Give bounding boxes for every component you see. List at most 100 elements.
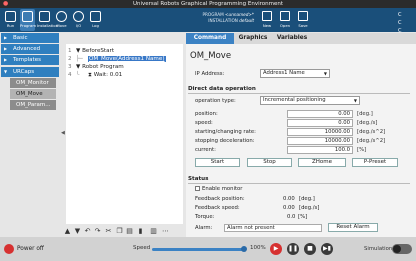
start-button[interactable]: Start: [195, 158, 240, 167]
stop-button[interactable]: Stop: [247, 158, 292, 167]
speed-slider[interactable]: [152, 248, 244, 251]
cut-icon[interactable]: ✂: [104, 226, 113, 236]
stop-program-button[interactable]: ■: [304, 243, 316, 255]
new-file-icon: [262, 11, 272, 21]
pause-button[interactable]: ❚❚: [287, 243, 299, 255]
tab-command[interactable]: Command: [186, 33, 234, 44]
run-tab-button[interactable]: Run: [3, 9, 18, 31]
power-off-label[interactable]: Power off: [17, 246, 44, 252]
reset-alarm-button[interactable]: Reset Alarm: [328, 223, 378, 232]
starting-rate-label: starting/changing rate:: [195, 129, 256, 135]
position-label: position:: [195, 111, 218, 117]
simulation-toggle-knob[interactable]: [393, 245, 401, 253]
alarm-label: Alarm:: [195, 225, 213, 231]
sidebar-item-om-move[interactable]: OM_Move: [10, 89, 56, 99]
torque-label: Torque:: [195, 214, 215, 220]
starting-rate-unit: [deg./s^2]: [357, 129, 386, 135]
more-icon[interactable]: ⋯: [161, 226, 170, 236]
divider: [188, 183, 410, 184]
alarm-field: Alarm not present: [224, 224, 322, 232]
sidebar-advanced[interactable]: Advanced: [1, 44, 59, 54]
move-icon: [56, 11, 67, 22]
tree-row[interactable]: 4 └ ⧗ Wait: 0.01: [68, 72, 122, 79]
save-button[interactable]: Save: [295, 9, 311, 31]
log-tab-button[interactable]: Log: [88, 9, 103, 31]
installation-icon: [39, 11, 50, 22]
save-icon: [298, 11, 308, 21]
feedback-position-unit: [deg.]: [299, 196, 315, 202]
program-name: <unnamed>*: [225, 12, 254, 17]
sidebar: Basic Advanced Templates URCaps OM_Monit…: [0, 32, 60, 237]
tree-row[interactable]: 1 ▼ BeforeStart: [68, 48, 114, 55]
stop-icon: ■: [307, 245, 313, 252]
current-input[interactable]: 100.0: [287, 146, 353, 154]
position-input[interactable]: 0.00: [287, 110, 353, 118]
open-button[interactable]: Open: [277, 9, 293, 31]
feedback-position-value: 0.00: [283, 196, 295, 202]
close-icon[interactable]: ●: [3, 0, 8, 8]
program-tree: 1 ▼ BeforeStart 2 ├─ OM_Move(Address1 Name)…: [66, 44, 183, 224]
feedback-speed-unit: [deg./s]: [299, 205, 320, 211]
undo-icon[interactable]: ↶: [83, 226, 92, 236]
tab-bar: Command Graphics Variables: [186, 33, 416, 44]
starting-rate-input[interactable]: 10000.00: [287, 128, 353, 136]
feedback-speed-label: Feedback speed:: [195, 205, 240, 211]
move-down-icon[interactable]: ▼: [73, 226, 82, 236]
p-preset-button[interactable]: P-Preset: [352, 158, 398, 167]
speed-label: speed:: [195, 120, 213, 126]
copy-icon[interactable]: ❐: [115, 226, 124, 236]
run-icon: [5, 11, 16, 22]
enable-monitor-label: Enable monitor: [202, 186, 243, 192]
installation-tab-button[interactable]: Installation: [37, 9, 58, 31]
operation-type-label: operation type:: [195, 98, 236, 104]
sidebar-templates[interactable]: Templates: [1, 55, 59, 65]
hourglass-icon: ⧗: [88, 72, 92, 78]
torque-value: 0.0: [287, 214, 296, 220]
enable-monitor-checkbox[interactable]: [195, 186, 200, 191]
simulation-label: Simulation: [364, 246, 393, 252]
expand-icon[interactable]: ▼: [76, 64, 80, 70]
paste-icon[interactable]: ▤: [125, 226, 134, 236]
stopping-decel-unit: [deg./s^2]: [357, 138, 386, 144]
tree-row[interactable]: 3 ▼ Robot Program: [68, 64, 124, 71]
zhome-button[interactable]: ZHome: [298, 158, 346, 167]
program-tab-button[interactable]: Program: [20, 9, 36, 31]
io-tab-button[interactable]: I/O: [71, 9, 86, 31]
sidebar-item-om-param[interactable]: OM_Param...: [10, 100, 56, 110]
speed-unit: [deg./s]: [357, 120, 378, 126]
speed-slider-handle[interactable]: [241, 246, 247, 252]
move-up-icon[interactable]: ▲: [63, 226, 72, 236]
page-title: OM_Move: [190, 51, 232, 61]
step-button[interactable]: ▶▮: [321, 243, 333, 255]
feedback-position-label: Feedback position:: [195, 196, 245, 202]
tab-graphics[interactable]: Graphics: [234, 33, 272, 44]
ip-label: IP Address:: [195, 71, 225, 77]
stopping-decel-label: stopping deceleration:: [195, 138, 255, 144]
play-button[interactable]: ▶: [270, 243, 282, 255]
sidebar-item-om-monitor[interactable]: OM_Monitor: [10, 78, 56, 88]
log-icon: [90, 11, 101, 22]
suppress-icon[interactable]: ▥: [149, 226, 158, 236]
tree-row-selected[interactable]: 2 ├─ OM_Move(Address1 Name): [68, 56, 166, 63]
power-icon[interactable]: [4, 244, 14, 254]
move-tab-button[interactable]: Move: [54, 9, 69, 31]
window-titlebar: ● Universal Robots Graphical Programming…: [0, 0, 416, 8]
expand-icon[interactable]: ▼: [76, 48, 80, 54]
new-button[interactable]: New: [259, 9, 275, 31]
ip-address-select[interactable]: Address1 Name: [260, 69, 330, 78]
program-icon: [22, 11, 33, 22]
redo-icon[interactable]: ↷: [93, 226, 102, 236]
delete-icon[interactable]: ▮: [136, 226, 145, 236]
tab-variables[interactable]: Variables: [272, 33, 312, 44]
operation-type-select[interactable]: Incremental positioning: [260, 96, 360, 105]
stopping-decel-input[interactable]: 10000.00: [287, 137, 353, 145]
window-title: Universal Robots Graphical Programming E…: [132, 1, 284, 7]
direct-data-section-title: Direct data operation: [188, 86, 256, 92]
speed-value: 100%: [250, 245, 266, 251]
sidebar-basic[interactable]: Basic: [1, 33, 59, 43]
divider: [188, 93, 410, 94]
speed-label: Speed: [133, 245, 151, 251]
sidebar-urcaps[interactable]: URCaps: [1, 67, 59, 77]
current-unit: [%]: [357, 147, 367, 153]
speed-input[interactable]: 0.00: [287, 119, 353, 127]
